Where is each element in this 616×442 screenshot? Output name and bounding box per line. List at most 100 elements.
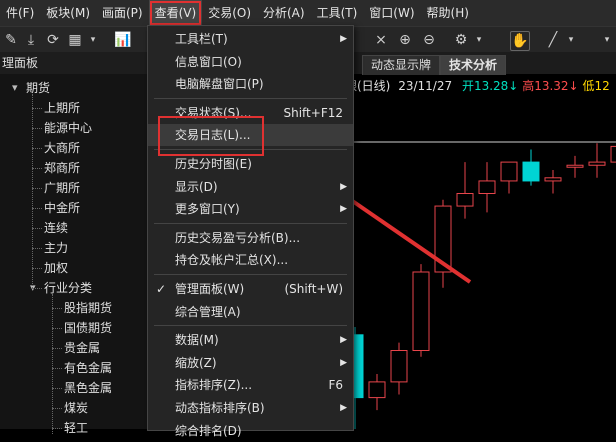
chevron-down-icon[interactable]: ▾ bbox=[470, 31, 488, 49]
menu-item-label: 电脑解盘窗口(P) bbox=[175, 77, 264, 92]
tree-connector bbox=[52, 308, 62, 309]
view-menu-item[interactable]: 数据(M) ▶ bbox=[148, 329, 353, 351]
menu-item-shortcut: (Shift+W) bbox=[284, 282, 343, 296]
chevron-down-icon[interactable]: ▾ bbox=[562, 31, 580, 49]
gear-icon[interactable]: ⚙ bbox=[452, 31, 470, 49]
view-menu-item[interactable]: 持仓及帐户汇总(X)... bbox=[148, 249, 353, 271]
tree-item[interactable]: 郑商所 bbox=[44, 158, 80, 178]
menu-8[interactable]: 帮助(H) bbox=[421, 0, 475, 26]
refresh-icon[interactable]: ⟳ bbox=[44, 31, 62, 49]
menu-item-label: 指标排序(Z)... bbox=[175, 378, 253, 393]
menu-4[interactable]: 交易(O) bbox=[202, 0, 257, 26]
crosshair-icon[interactable]: ⨯ bbox=[372, 31, 390, 49]
view-menu-item[interactable]: 历史分时图(E) bbox=[148, 153, 353, 175]
tree-item[interactable]: 广期所 bbox=[44, 178, 80, 198]
hand-icon[interactable]: ✋ bbox=[510, 31, 530, 51]
view-menu-item[interactable]: 显示(D) ▶ bbox=[148, 176, 353, 198]
tree-connector bbox=[52, 328, 62, 329]
view-menu-item[interactable]: 历史交易盈亏分析(B)... bbox=[148, 227, 353, 249]
view-menu-item[interactable]: 更多窗口(Y) ▶ bbox=[148, 198, 353, 220]
menu-1[interactable]: 板块(M) bbox=[40, 0, 96, 26]
candle-body bbox=[434, 205, 452, 273]
menu-6[interactable]: 工具(T) bbox=[311, 0, 364, 26]
view-menu-item[interactable]: 动态指标排序(B) ▶ bbox=[148, 397, 353, 419]
tree-item[interactable]: 中金所 bbox=[44, 198, 80, 218]
tree-item[interactable]: 股指期货 bbox=[64, 298, 112, 318]
download-icon[interactable]: ⤓ bbox=[22, 31, 40, 49]
menu-item-label: 动态指标排序(B) bbox=[175, 401, 265, 415]
tree-item[interactable]: 贵金属 bbox=[64, 338, 100, 358]
view-menu-item[interactable]: 管理面板(W) (Shift+W) ✓ bbox=[148, 278, 353, 300]
view-menu-item[interactable]: 综合管理(A) bbox=[148, 301, 353, 323]
tree-item[interactable]: 期货 bbox=[26, 78, 50, 98]
menu-item-label: 综合管理(A) bbox=[175, 304, 241, 319]
tree-connector bbox=[32, 248, 42, 249]
view-menu-item[interactable]: 工具栏(T) ▶ bbox=[148, 28, 353, 50]
menu-3[interactable]: 查看(V) bbox=[148, 0, 203, 26]
chevron-down-icon[interactable]: ▾ bbox=[12, 81, 18, 94]
menu-bar: 件(F) 板块(M) 画面(P) 查看(V) 交易(O) 分析(A) 工具(T) 窗口(W) 帮… bbox=[0, 0, 616, 26]
menu-item-label: 更多窗口(Y) bbox=[175, 202, 240, 217]
tree-item[interactable]: 国债期货 bbox=[64, 318, 112, 338]
menu-separator bbox=[154, 325, 347, 327]
low-value: 低12 bbox=[582, 79, 610, 93]
submenu-arrow-icon: ▶ bbox=[340, 335, 347, 346]
tree-connector bbox=[32, 168, 42, 169]
menu-item-label: 数据(M) bbox=[175, 333, 219, 348]
line-draw-icon[interactable]: ╱ bbox=[544, 31, 562, 49]
candle-body bbox=[390, 350, 408, 383]
tree-item[interactable]: 连续 bbox=[44, 218, 68, 238]
menu-7[interactable]: 窗口(W) bbox=[363, 0, 420, 26]
tree-item[interactable]: 上期所 bbox=[44, 98, 80, 118]
candle-body bbox=[368, 381, 386, 399]
menu-item-label: 工具栏(T) bbox=[175, 32, 228, 46]
tree-connector bbox=[32, 268, 42, 269]
menu-2[interactable]: 画面(P) bbox=[96, 0, 149, 26]
tree-item[interactable]: 黑色金属 bbox=[64, 378, 112, 398]
view-menu-item[interactable]: 电脑解盘窗口(P) bbox=[148, 73, 353, 95]
tree-item[interactable]: 主力 bbox=[44, 238, 68, 258]
view-menu-item[interactable]: 综合排名(D) bbox=[148, 420, 353, 442]
candle-body bbox=[588, 161, 606, 166]
view-menu-item[interactable]: 指标排序(Z)... F6 bbox=[148, 374, 353, 396]
zoom-in-icon[interactable]: ⊕ bbox=[396, 31, 414, 49]
layout-icon[interactable]: ▦ bbox=[66, 31, 84, 49]
tab-dynamic-board[interactable]: 动态显示牌 bbox=[362, 55, 441, 75]
menu-5[interactable]: 分析(A) bbox=[257, 0, 311, 26]
tree-connector bbox=[52, 388, 62, 389]
tree-connector bbox=[32, 128, 42, 129]
panel-header: 理面板 bbox=[0, 52, 148, 74]
tree-item[interactable]: 煤炭 bbox=[64, 398, 88, 418]
menu-item-shortcut: F6 bbox=[328, 378, 343, 393]
bar-chart-icon[interactable]: 📊 bbox=[114, 31, 132, 49]
view-menu-item[interactable]: 缩放(Z) ▶ bbox=[148, 352, 353, 374]
tree-connector bbox=[52, 348, 62, 349]
candle-body bbox=[544, 177, 562, 182]
submenu-arrow-icon: ▶ bbox=[340, 204, 347, 215]
menu-item-shortcut: Shift+F12 bbox=[283, 105, 343, 120]
view-menu-dropdown: 工具栏(T) ▶ 信息窗口(O) 电脑解盘窗口(P) 交易状态(S)... Shift+F… bbox=[147, 25, 354, 438]
tree-item[interactable]: 大商所 bbox=[44, 138, 80, 158]
menu-item-label: 历史分时图(E) bbox=[175, 157, 252, 171]
candle-body bbox=[566, 164, 584, 168]
tree-connector bbox=[52, 294, 53, 434]
pen-icon[interactable]: ✎ bbox=[2, 31, 20, 49]
tree-connector bbox=[52, 368, 62, 369]
menu-0[interactable]: 件(F) bbox=[0, 0, 40, 26]
tree-item[interactable]: 加权 bbox=[44, 258, 68, 278]
chevron-down-icon[interactable]: ▾ bbox=[84, 31, 102, 49]
view-menu-item[interactable]: 信息窗口(O) bbox=[148, 51, 353, 73]
menu-separator bbox=[154, 222, 347, 224]
submenu-arrow-icon: ▶ bbox=[340, 181, 347, 192]
tree-connector bbox=[32, 288, 42, 289]
zoom-out-icon[interactable]: ⊖ bbox=[420, 31, 438, 49]
candle-body bbox=[478, 180, 496, 195]
tab-technical-analysis[interactable]: 技术分析 bbox=[440, 55, 507, 75]
chevron-down-icon[interactable]: ▾ bbox=[598, 31, 616, 49]
tree-item[interactable]: 能源中心 bbox=[44, 118, 92, 138]
tree-connector bbox=[32, 228, 42, 229]
tree-connector bbox=[32, 208, 42, 209]
tree-item[interactable]: 有色金属 bbox=[64, 358, 112, 378]
tree-item[interactable]: 轻工 bbox=[64, 418, 88, 438]
open-value: 开13.28 bbox=[461, 79, 509, 93]
